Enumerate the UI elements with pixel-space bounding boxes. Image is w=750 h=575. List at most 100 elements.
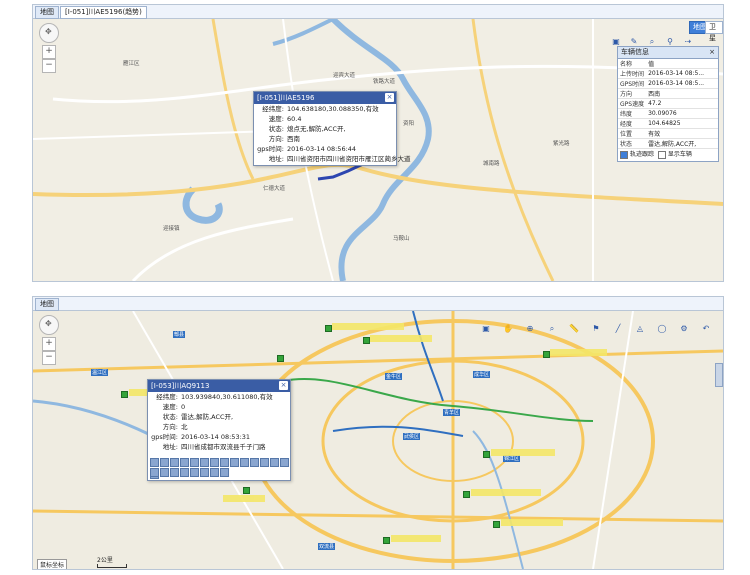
vehicle-label[interactable] — [391, 535, 441, 542]
action-icon[interactable] — [160, 468, 169, 477]
vehicle-marker[interactable] — [493, 521, 500, 528]
zoom-out-button[interactable]: − — [42, 351, 56, 365]
maptype-satellite-button[interactable]: 卫星 — [705, 21, 723, 42]
pan-control[interactable]: ✥ — [39, 315, 59, 335]
action-icon[interactable] — [160, 458, 169, 467]
popup-row: 方向: 西南 — [268, 135, 300, 143]
area-icon[interactable]: ◬ — [635, 324, 645, 334]
vehicle-marker[interactable] — [243, 487, 250, 494]
table-row: 位置 有效 — [618, 128, 718, 139]
vehicle-marker[interactable] — [463, 491, 470, 498]
district-label: 锦江区 — [503, 455, 521, 462]
show-vehicle-checkbox[interactable] — [657, 150, 666, 159]
back-icon[interactable]: ↶ — [701, 324, 711, 334]
popup-title: [I-053]川AQ9113 × — [148, 380, 290, 392]
vehicle-label[interactable] — [370, 335, 432, 342]
vehicle-label[interactable] — [332, 323, 404, 330]
popup-row: 速度: 0 — [162, 403, 186, 411]
search-icon[interactable]: ⌕ — [547, 324, 557, 334]
vehicle-marker[interactable] — [121, 391, 128, 398]
vehicle-label[interactable] — [501, 519, 563, 526]
top-map-panel: 地图 [I-051]川AE5196(趋势) 雁江区 资阳 迎接镇 马鞍山 迎宾大… — [32, 4, 724, 282]
tab-map[interactable]: 地图 — [35, 298, 59, 311]
vehicle-label[interactable] — [550, 349, 607, 356]
mouse-coordinate-label: 鼠标坐标 — [37, 559, 68, 569]
vehicle-info-title: 车辆信息 × — [618, 47, 718, 59]
table-row: 上传时间 2016-03-14 08:5... — [618, 68, 718, 79]
action-icon[interactable] — [270, 458, 279, 467]
top-tab-bar: 地图 [I-051]川AE5196(趋势) — [33, 5, 723, 19]
circle-icon[interactable]: ◯ — [657, 324, 667, 334]
district-label: 温江区 — [91, 369, 109, 376]
vehicle-info-table: 名称值 上传时间 2016-03-14 08:5... GPS时间 2016-03-… — [618, 59, 718, 149]
action-icon[interactable] — [280, 458, 289, 467]
gear-icon[interactable]: ⚙ — [679, 324, 689, 334]
top-map[interactable]: 雁江区 资阳 迎接镇 马鞍山 迎宾大道 铁路大道 城南路 仁德大道 紫光路 ✥ … — [33, 19, 723, 281]
action-icon[interactable] — [210, 468, 219, 477]
vehicle-label[interactable] — [223, 495, 265, 502]
action-icon[interactable] — [240, 458, 249, 467]
place-label: 迎接镇 — [163, 226, 180, 232]
pan-icon[interactable]: ✋ — [503, 324, 513, 334]
vehicle-marker[interactable] — [543, 351, 550, 358]
district-label: 武侯区 — [403, 433, 421, 440]
bottom-map[interactable]: 温江区 金牛区 青羊区 武侯区 锦江区 成华区 双流县 郫县 ✥ + − ▣ ✋… — [33, 311, 723, 569]
zoom-in-button[interactable]: + — [42, 337, 56, 351]
pin-icon[interactable]: ⚑ — [591, 324, 601, 334]
line-icon[interactable]: ╱ — [613, 324, 623, 334]
action-icon[interactable] — [150, 458, 159, 467]
popup-row: 状态: 熄点无,解防,ACC开, — [268, 125, 346, 133]
vehicle-label[interactable] — [491, 449, 555, 456]
action-icon[interactable] — [180, 468, 189, 477]
popup-row: 经纬度: 104.638180,30.088350,有效 — [262, 105, 379, 113]
action-icon[interactable] — [190, 468, 199, 477]
action-icon[interactable] — [260, 458, 269, 467]
vehicle-marker[interactable] — [483, 451, 490, 458]
district-label: 金牛区 — [385, 373, 403, 380]
table-row: GPS速度 47.2 — [618, 98, 718, 109]
action-icon[interactable] — [190, 458, 199, 467]
action-icon[interactable] — [180, 458, 189, 467]
close-icon[interactable]: × — [709, 47, 715, 58]
show-vehicle-label: 显示车辆 — [667, 151, 692, 158]
action-icon[interactable] — [200, 458, 209, 467]
ruler-icon[interactable]: 📏 — [569, 324, 579, 334]
popup-action-icons — [150, 468, 230, 477]
action-icon[interactable] — [220, 458, 229, 467]
vehicle-marker[interactable] — [363, 337, 370, 344]
tab-vehicle-track[interactable]: [I-051]川AE5196(趋势) — [60, 6, 147, 19]
vehicle-marker[interactable] — [277, 355, 284, 362]
action-icon[interactable] — [210, 458, 219, 467]
vehicle-label[interactable] — [471, 489, 541, 496]
select-icon[interactable]: ▣ — [481, 324, 491, 334]
action-icon[interactable] — [250, 458, 259, 467]
vehicle-marker[interactable] — [383, 537, 390, 544]
pan-icon: ✥ — [45, 27, 52, 36]
action-icon[interactable] — [150, 468, 159, 477]
action-icon[interactable] — [230, 458, 239, 467]
close-icon[interactable]: × — [385, 93, 394, 102]
track-checkbox[interactable] — [620, 150, 628, 159]
bottom-map-roads — [33, 311, 723, 569]
action-icon[interactable] — [220, 468, 229, 477]
action-icon[interactable] — [200, 468, 209, 477]
popup-row: 方向: 北 — [162, 423, 188, 431]
scale-bar: 2公里 — [97, 555, 127, 568]
bottom-map-panel: 地图 温江区 金牛区 青羊区 武侯区 锦江区 成华区 双流县 郫县 ✥ + − … — [32, 296, 724, 570]
track-checkbox-label: 轨迹跟踪 — [630, 151, 655, 158]
district-label: 郫县 — [173, 331, 186, 338]
place-label: 雁江区 — [123, 61, 140, 67]
close-icon[interactable]: × — [279, 381, 288, 390]
table-row: 经度 104.64825 — [618, 118, 718, 129]
tab-map[interactable]: 地图 — [35, 6, 59, 19]
vehicle-marker[interactable] — [325, 325, 332, 332]
action-icon[interactable] — [170, 458, 179, 467]
zoom-out-button[interactable]: − — [42, 59, 56, 73]
pan-control[interactable]: ✥ — [39, 23, 59, 43]
district-label: 青羊区 — [443, 409, 461, 416]
popup-row: 地址: 四川省成都市双流县千子门路 — [162, 443, 266, 451]
zoom-in-icon[interactable]: ⊕ — [525, 324, 535, 334]
side-collapse-handle[interactable] — [715, 363, 723, 387]
action-icon[interactable] — [170, 468, 179, 477]
zoom-in-button[interactable]: + — [42, 45, 56, 59]
